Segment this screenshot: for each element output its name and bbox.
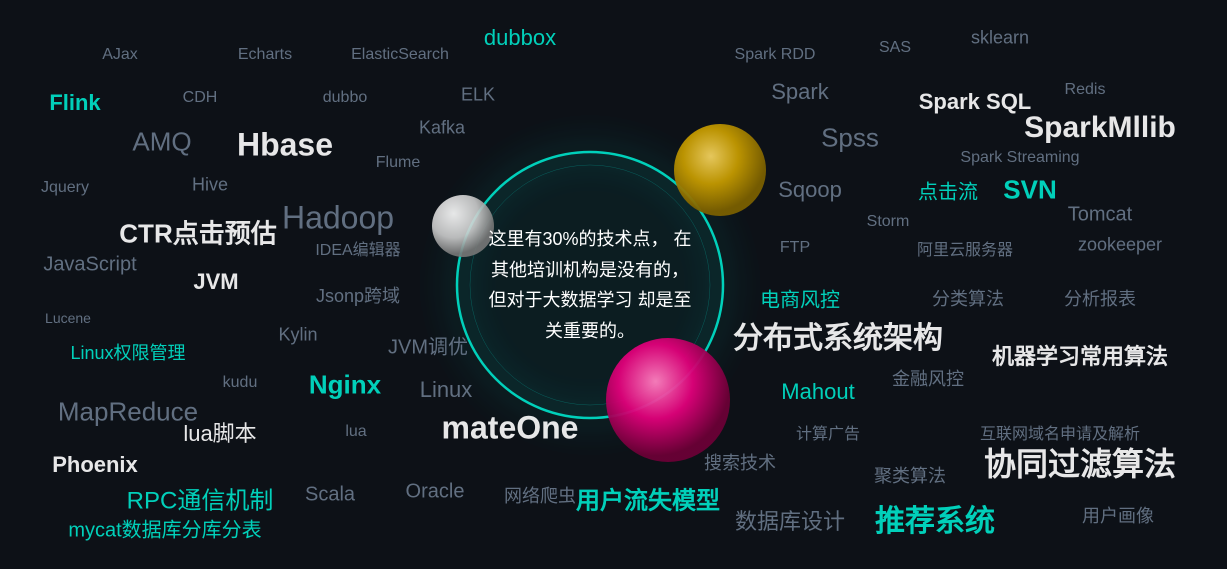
word-spss: Spss [821,123,879,154]
word-cluster-algo: 聚类算法 [874,462,946,488]
word-linux: Linux [420,377,473,403]
word-storm: Storm [867,213,910,231]
word-jvm: JVM [193,269,238,295]
word-flume: Flume [376,154,420,172]
word-linux-perm: Linux权限管理 [70,339,185,365]
word-flink: Flink [49,90,100,116]
word-amq: AMQ [132,127,191,158]
word-spark-streaming: Spark Streaming [960,149,1079,167]
word-sqoop: Sqoop [778,177,842,203]
word-phoenix: Phoenix [52,452,138,478]
word-webcrawler: 网络爬虫 [504,482,576,508]
word-sklearn: sklearn [971,28,1029,49]
word-ctr: CTR点击预估 [119,214,276,251]
word-jsonp: Jsonp跨域 [316,282,400,308]
word-spark-sql: Spark SQL [919,89,1031,115]
word-spark: Spark [771,79,828,105]
word-analysis: 分析报表 [1064,285,1136,311]
word-javascript: JavaScript [43,254,136,277]
word-hive: Hive [192,175,228,196]
word-db-design: 数据库设计 [735,504,845,536]
word-jvm-tuning: JVM调优 [388,331,468,360]
word-dubbo: dubbo [323,89,368,107]
word-mapreduce: MapReduce [58,397,198,428]
word-user-portrait: 用户画像 [1082,502,1154,528]
word-jquery: Jquery [41,179,89,197]
word-cloud: AJax Echarts ElasticSearch dubbox Spark RDD S… [0,0,1227,569]
word-ml-algo: 机器学习常用算法 [992,339,1168,371]
word-mahout: Mahout [781,379,854,405]
word-spark-rdd: Spark RDD [735,46,816,64]
word-kafka: Kafka [419,118,465,139]
word-zookeeper: zookeeper [1078,235,1162,256]
word-recommend: 推荐系统 [875,496,995,540]
bubble-text: 这里有30%的技术点， 在其他培训机构是没有的， 但对于大数据学习 却是至关重要… [485,224,695,346]
word-dubbox: dubbox [484,25,556,51]
word-cdh: CDH [183,89,218,107]
word-hbase: Hbase [237,127,333,164]
word-compute-ad: 计算广告 [796,420,860,444]
word-svn: SVN [1003,175,1056,206]
word-search: 搜索技术 [704,449,776,475]
word-nginx: Nginx [309,370,381,401]
word-redis: Redis [1065,81,1106,99]
word-lua-script: lua脚本 [183,416,256,448]
word-lucene: Lucene [45,310,91,326]
word-mateone: mateOne [442,410,579,447]
word-mycat: mycat数据库分库分表 [68,514,261,543]
word-classify: 分类算法 [932,285,1004,311]
word-echarts: Echarts [238,46,292,64]
word-aliyun: 阿里云服务器 [917,236,1013,260]
word-elasticsearch: ElasticSearch [351,46,449,64]
word-hadoop: Hadoop [282,200,394,237]
word-ftp: FTP [780,239,810,257]
word-ecommerce: 电商风控 [760,284,840,313]
word-idea: IDEA编辑器 [315,236,400,260]
word-sparkmllib: SparkMllib [1024,111,1176,145]
word-lua: lua [345,423,366,441]
word-rpc: RPC通信机制 [127,481,274,516]
word-distributed: 分布式系统架构 [733,313,943,357]
word-tomcat: Tomcat [1068,204,1132,227]
word-sas: SAS [879,39,911,57]
word-finance-risk: 金融风控 [892,365,964,391]
word-user-churn: 用户流失模型 [576,481,720,516]
word-collab-filter: 协同过滤算法 [984,439,1176,485]
word-oracle: Oracle [406,481,465,504]
word-clickstream: 点击流 [918,176,978,205]
word-scala: Scala [305,484,355,507]
word-kudu: kudu [223,374,258,392]
word-elk: ELK [461,85,495,106]
word-ajax: AJax [102,46,138,64]
word-kylin: Kylin [278,325,317,346]
